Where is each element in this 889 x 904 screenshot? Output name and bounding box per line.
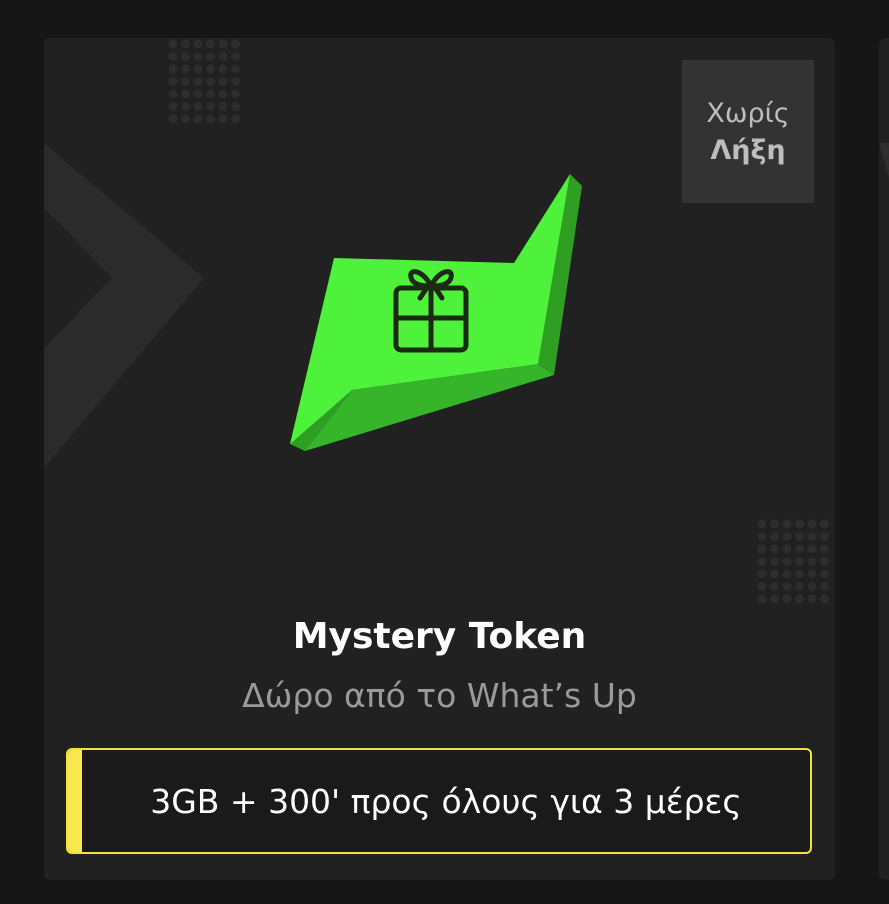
expiry-badge-line1: Χωρίς — [706, 97, 790, 129]
token-title: Mystery Token — [292, 616, 587, 657]
expiry-badge-line2: Λήξη — [710, 134, 786, 166]
no-expiry-badge: Χωρίς Λήξη — [682, 60, 814, 203]
token-subtitle: Δώρο από το What’s Up — [242, 676, 637, 715]
mystery-token-card[interactable]: Χωρίς Λήξη Mystery Token Δώρο από το Wha… — [44, 38, 835, 880]
next-card-peek[interactable] — [879, 38, 889, 880]
chevron-decoration — [879, 143, 889, 178]
token-illustration — [290, 174, 582, 451]
offer-accent-bar — [68, 750, 82, 852]
offer-text: 3GB + 300' προς όλους για 3 μέρες — [150, 781, 742, 821]
offer-banner[interactable]: 3GB + 300' προς όλους για 3 μέρες — [66, 748, 812, 854]
